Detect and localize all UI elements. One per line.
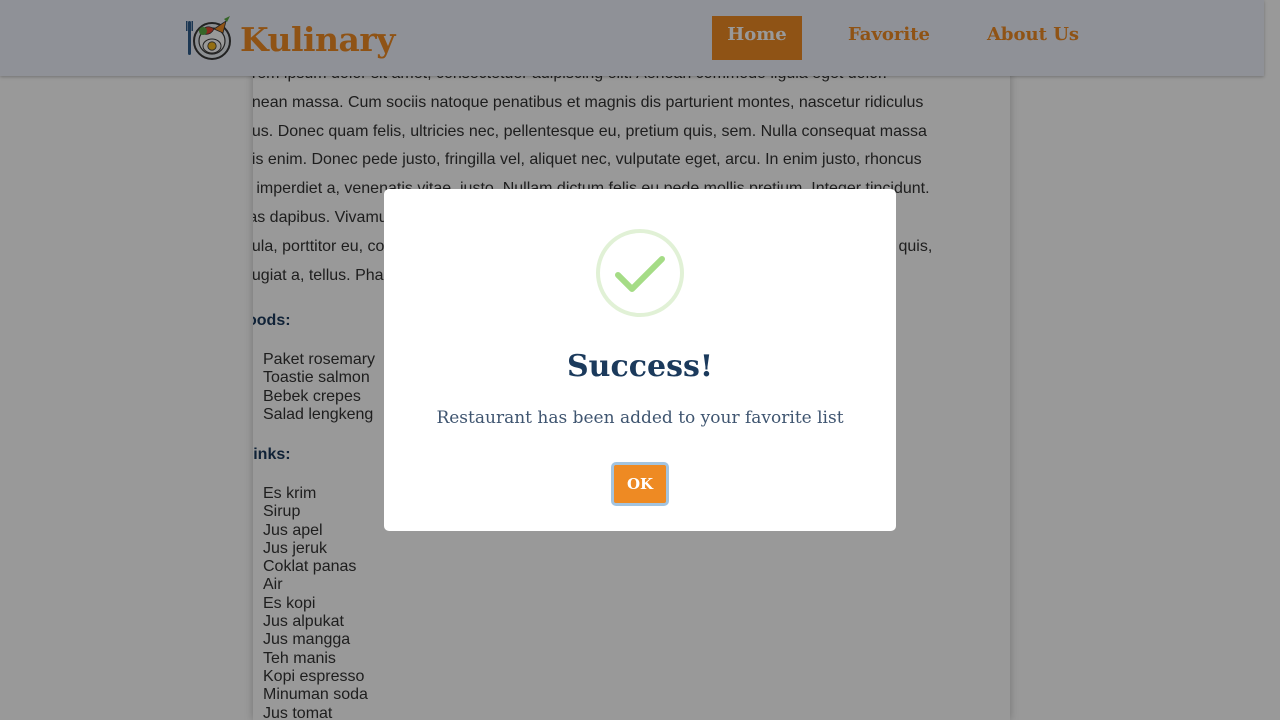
- success-check-icon: [596, 229, 684, 317]
- dialog-title: Success!: [566, 349, 714, 384]
- success-dialog: Success! Restaurant has been added to yo…: [384, 189, 896, 531]
- dialog-message: Restaurant has been added to your favori…: [436, 408, 844, 428]
- ok-button[interactable]: OK: [611, 462, 669, 506]
